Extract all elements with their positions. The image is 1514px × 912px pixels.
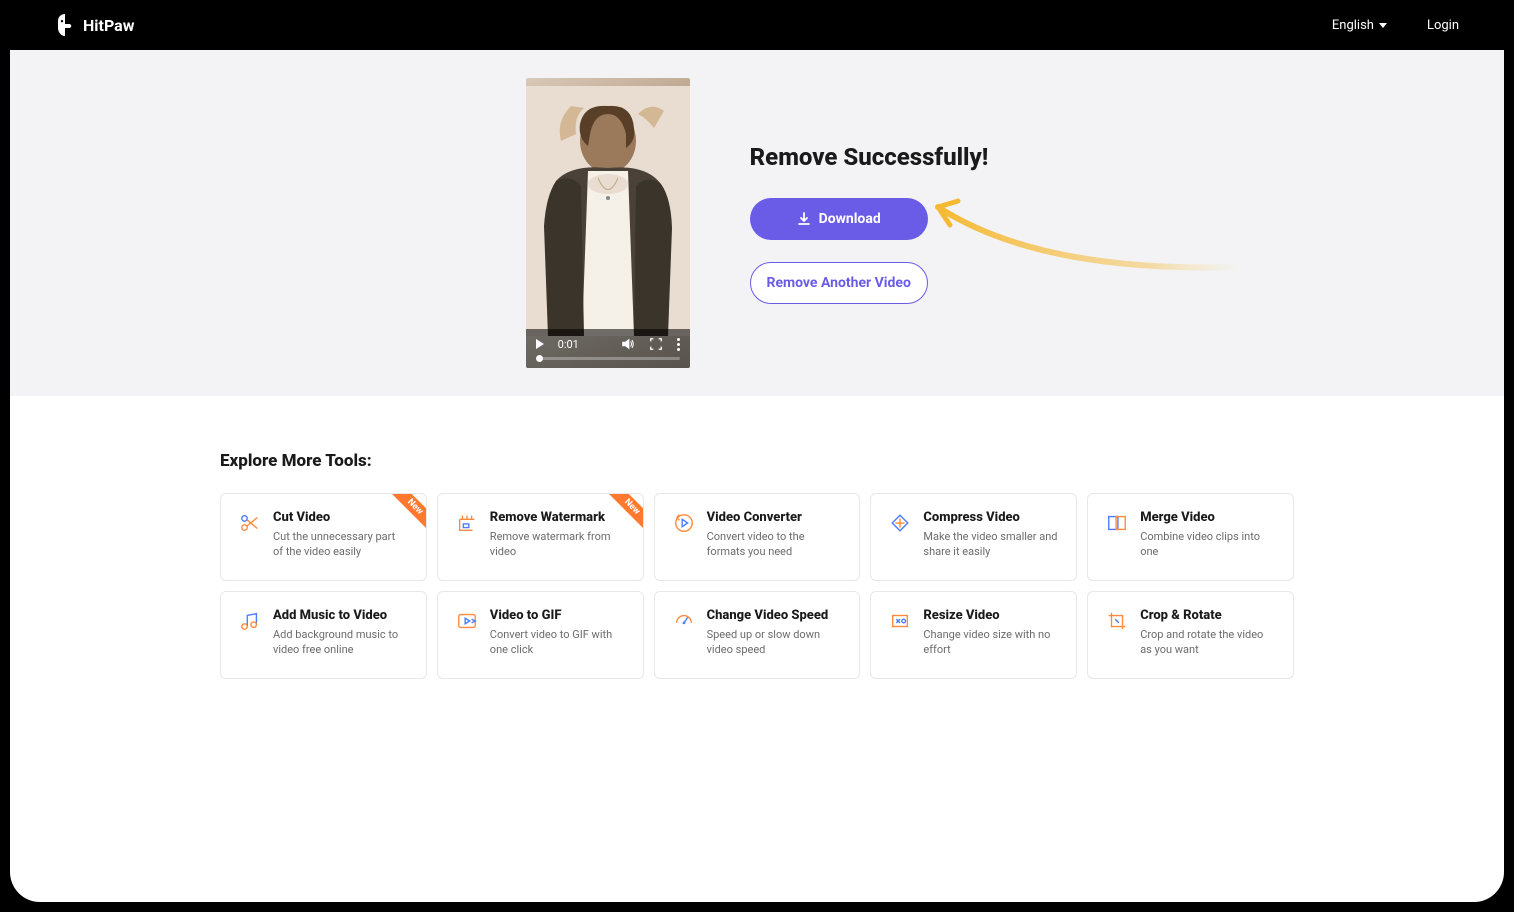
tool-card-compress-video[interactable]: Compress Video Make the video smaller an… [870,493,1077,581]
video-thumbnail-image [526,86,690,336]
remove-another-button[interactable]: Remove Another Video [750,262,928,304]
tools-grid: Cut Video Cut the unnecessary part of th… [220,493,1294,679]
download-icon [797,212,811,226]
brand-name: HitPaw [83,16,134,35]
tools-section: Explore More Tools: Cut Video Cut the un… [10,396,1504,679]
success-title: Remove Successfully! [750,143,989,171]
controls-row: 0:01 [536,337,680,351]
progress-bar[interactable] [536,357,680,360]
compress-icon [889,512,911,534]
speed-icon [673,610,695,632]
tool-title: Video Converter [707,510,842,525]
tool-title: Cut Video [273,510,408,525]
more-options-icon[interactable] [677,338,680,351]
tool-card-video-converter[interactable]: Video Converter Convert video to the for… [654,493,861,581]
video-controls: 0:01 [526,329,690,368]
music-icon [239,610,261,632]
tool-title: Compress Video [923,510,1058,525]
tool-desc: Make the video smaller and share it easi… [923,529,1058,560]
tool-title: Change Video Speed [707,608,842,623]
tools-heading: Explore More Tools: [220,451,1294,471]
tool-title: Video to GIF [490,608,625,623]
tool-desc: Combine video clips into one [1140,529,1275,560]
tool-desc: Convert video to the formats you need [707,529,842,560]
remove-another-label: Remove Another Video [766,275,910,291]
tool-card-resize-video[interactable]: Resize Video Change video size with no e… [870,591,1077,679]
tool-card-remove-watermark[interactable]: Remove Watermark Remove watermark from v… [437,493,644,581]
tool-card-change-speed[interactable]: Change Video Speed Speed up or slow down… [654,591,861,679]
tool-desc: Speed up or slow down video speed [707,627,842,658]
actions-panel: Remove Successfully! Download Remove Ano… [750,143,989,304]
tool-card-crop-rotate[interactable]: Crop & Rotate Crop and rotate the video … [1087,591,1294,679]
resize-icon [889,610,911,632]
tool-card-video-to-gif[interactable]: Video to GIF Convert video to GIF with o… [437,591,644,679]
fullscreen-icon[interactable] [649,337,663,351]
inner-panel: HitPaw English Login [10,0,1504,902]
app-container: HitPaw English Login [0,0,1514,912]
gif-icon [456,610,478,632]
video-preview[interactable]: 0:01 [526,78,690,368]
hitpaw-logo-icon [55,14,75,36]
video-time: 0:01 [558,338,579,351]
tool-card-merge-video[interactable]: Merge Video Combine video clips into one [1087,493,1294,581]
tool-desc: Cut the unnecessary part of the video ea… [273,529,408,560]
crop-icon [1106,610,1128,632]
scissors-icon [239,512,261,534]
volume-icon[interactable] [621,337,635,351]
eraser-icon [456,512,478,534]
tool-desc: Change video size with no effort [923,627,1058,658]
language-selector[interactable]: English [1332,18,1387,33]
tool-title: Crop & Rotate [1140,608,1275,623]
tool-title: Add Music to Video [273,608,408,623]
login-link[interactable]: Login [1427,18,1459,33]
tool-title: Remove Watermark [490,510,625,525]
tool-card-add-music[interactable]: Add Music to Video Add background music … [220,591,427,679]
tool-desc: Crop and rotate the video as you want [1140,627,1275,658]
merge-icon [1106,512,1128,534]
brand-logo[interactable]: HitPaw [55,14,134,36]
tool-title: Merge Video [1140,510,1275,525]
tool-desc: Convert video to GIF with one click [490,627,625,658]
play-button[interactable] [536,339,544,349]
tool-card-cut-video[interactable]: Cut Video Cut the unnecessary part of th… [220,493,427,581]
language-label: English [1332,18,1374,33]
annotation-arrow [930,193,1250,283]
download-label: Download [819,211,881,227]
hero-section: 0:01 Remove Successfully! Download [10,50,1504,396]
tool-title: Resize Video [923,608,1058,623]
tool-desc: Remove watermark from video [490,529,625,560]
tool-desc: Add background music to video free onlin… [273,627,408,658]
header-right: English Login [1332,18,1459,33]
chevron-down-icon [1379,23,1387,28]
header: HitPaw English Login [10,0,1504,50]
progress-thumb[interactable] [536,355,543,362]
converter-icon [673,512,695,534]
download-button[interactable]: Download [750,198,928,240]
